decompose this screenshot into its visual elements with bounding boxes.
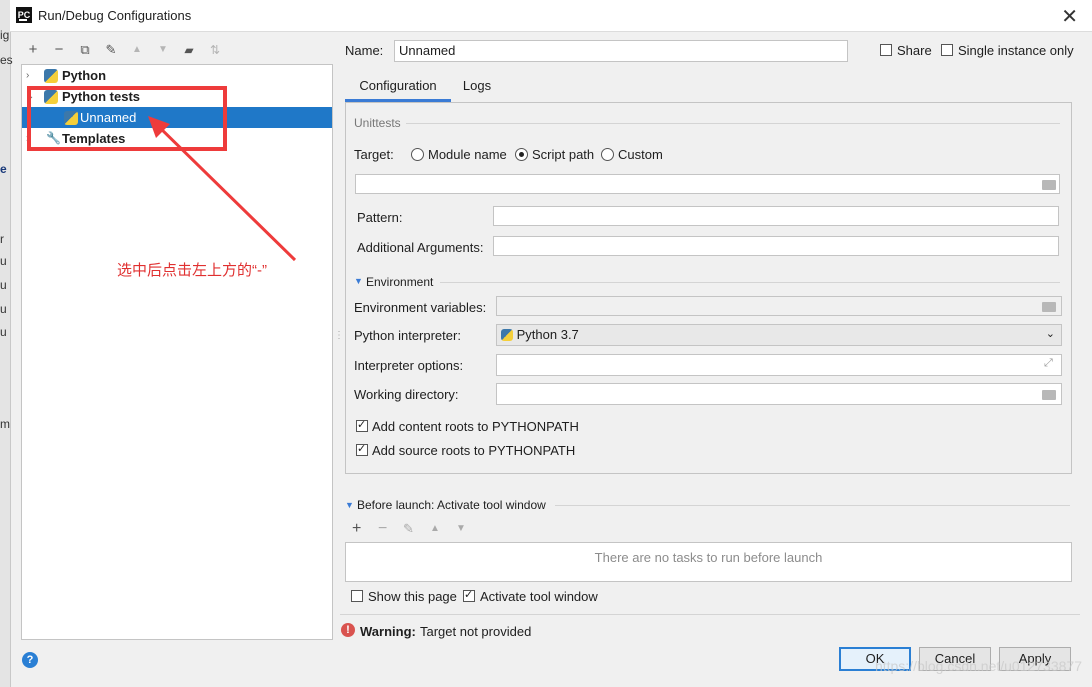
env-vars-label: Environment variables: bbox=[354, 300, 487, 315]
folder-plus-icon: ▰ bbox=[184, 43, 194, 57]
chevron-right-icon[interactable]: › bbox=[26, 65, 29, 86]
bg-text: u bbox=[0, 325, 7, 339]
bg-text: e bbox=[0, 162, 7, 176]
interpreter-options-label: Interpreter options: bbox=[354, 358, 464, 373]
add-source-roots-checkbox[interactable] bbox=[356, 442, 368, 456]
environment-section-title: Environment bbox=[366, 275, 434, 289]
radio-label: Custom bbox=[618, 147, 663, 162]
triangle-down-icon[interactable]: ▼ bbox=[354, 276, 363, 286]
show-page-checkbox[interactable] bbox=[351, 590, 363, 602]
activate-tool-label: Activate tool window bbox=[480, 589, 598, 604]
python-icon bbox=[501, 329, 513, 341]
add-task-button[interactable]: + bbox=[352, 520, 361, 538]
empty-tasks-text: There are no tasks to run before launch bbox=[594, 550, 823, 565]
add-content-roots-checkbox[interactable] bbox=[356, 418, 368, 432]
tasks-list[interactable]: There are no tasks to run before launch bbox=[345, 542, 1072, 582]
annotation-arrow bbox=[148, 116, 297, 262]
window-title: Run/Debug Configurations bbox=[38, 8, 192, 23]
radio-label: Module name bbox=[428, 147, 507, 162]
triangle-down-icon[interactable]: ▼ bbox=[345, 500, 354, 510]
tab-logs[interactable]: Logs bbox=[452, 73, 502, 99]
copy-config-button[interactable]: ⧉ bbox=[76, 41, 94, 59]
divider bbox=[406, 123, 1060, 124]
move-task-down-button[interactable]: ▼ bbox=[456, 523, 466, 534]
additional-args-label: Additional Arguments: bbox=[357, 240, 484, 255]
target-label: Target: bbox=[354, 147, 394, 162]
tab-label: Configuration bbox=[359, 78, 437, 93]
unittests-section-title: Unittests bbox=[354, 116, 401, 130]
divider bbox=[340, 614, 1080, 615]
single-instance-label: Single instance only bbox=[958, 43, 1074, 58]
bg-text: u bbox=[0, 278, 7, 292]
pattern-label: Pattern: bbox=[357, 210, 403, 225]
divider bbox=[555, 505, 1070, 506]
tree-node-python[interactable]: › Python bbox=[22, 65, 332, 86]
sort-icon: ⇅ bbox=[209, 43, 221, 57]
interpreter-options-input[interactable] bbox=[496, 354, 1062, 376]
env-vars-input[interactable] bbox=[496, 296, 1062, 316]
warning-icon: ! bbox=[341, 623, 355, 637]
tree-node-label: Python bbox=[62, 68, 107, 83]
wrench-icon: ✎ bbox=[105, 42, 117, 57]
working-dir-input[interactable] bbox=[496, 383, 1062, 405]
warning-bold: Warning: bbox=[360, 624, 416, 639]
python-icon bbox=[44, 69, 58, 83]
warning-text: Target not provided bbox=[420, 624, 532, 639]
bg-text: es bbox=[0, 53, 13, 67]
folder-icon[interactable] bbox=[1042, 180, 1056, 190]
background-window: ig es e r u u u u m bbox=[0, 0, 13, 687]
share-label: Share bbox=[897, 43, 932, 58]
edit-defaults-button[interactable]: ✎ bbox=[102, 41, 120, 59]
bg-text: m bbox=[0, 417, 10, 431]
radio-label: Script path bbox=[532, 147, 595, 162]
activate-tool-checkbox[interactable] bbox=[463, 588, 475, 602]
title-bar: PC Run/Debug Configurations ✕ bbox=[10, 0, 1092, 32]
share-checkbox[interactable] bbox=[880, 44, 892, 56]
folder-icon[interactable] bbox=[1042, 302, 1056, 312]
chevron-down-icon: ⌄ bbox=[1045, 328, 1055, 340]
interpreter-label: Python interpreter: bbox=[354, 328, 461, 343]
name-input[interactable]: Unnamed bbox=[394, 40, 848, 62]
move-down-button[interactable]: ▼ bbox=[154, 41, 172, 59]
add-content-roots-label: Add content roots to PYTHONPATH bbox=[372, 419, 579, 434]
pycharm-logo-icon: PC bbox=[16, 7, 32, 23]
bg-text: ig bbox=[0, 28, 10, 42]
tab-label: Logs bbox=[462, 78, 492, 93]
additional-args-input[interactable] bbox=[493, 236, 1059, 256]
show-page-label: Show this page bbox=[368, 589, 457, 604]
working-dir-label: Working directory: bbox=[354, 387, 459, 402]
edit-task-button[interactable]: ✎ bbox=[403, 521, 414, 537]
bg-text: r bbox=[0, 232, 4, 246]
bg-text: u bbox=[0, 302, 7, 316]
sort-button[interactable]: ⇅ bbox=[206, 41, 224, 59]
annotation-text: 选中后点击左上方的“-” bbox=[117, 262, 267, 279]
folder-icon[interactable] bbox=[1042, 390, 1056, 400]
pattern-input[interactable] bbox=[493, 206, 1059, 226]
tab-configuration[interactable]: Configuration bbox=[345, 73, 451, 102]
radio-script-path[interactable] bbox=[515, 148, 528, 161]
splitter-handle[interactable]: ⋮ bbox=[334, 330, 344, 341]
single-instance-checkbox[interactable] bbox=[941, 44, 953, 56]
watermark: https://blog.csdn.net/u012733877 bbox=[874, 658, 1082, 674]
remove-config-button[interactable]: − bbox=[50, 41, 68, 59]
help-icon[interactable]: ? bbox=[22, 652, 38, 668]
remove-task-button[interactable]: − bbox=[378, 520, 387, 538]
divider bbox=[440, 282, 1060, 283]
radio-module-name[interactable] bbox=[411, 148, 424, 161]
name-label: Name: bbox=[345, 43, 384, 58]
add-source-roots-label: Add source roots to PYTHONPATH bbox=[372, 443, 576, 458]
move-up-button[interactable]: ▲ bbox=[128, 41, 146, 59]
interpreter-select[interactable]: Python 3.7 ⌄ bbox=[496, 324, 1062, 346]
interpreter-value: Python 3.7 bbox=[516, 327, 579, 342]
bg-text: u bbox=[0, 254, 7, 268]
script-path-input[interactable] bbox=[355, 174, 1060, 194]
radio-custom[interactable] bbox=[601, 148, 614, 161]
move-task-up-button[interactable]: ▲ bbox=[430, 523, 440, 534]
before-launch-title: Before launch: Activate tool window bbox=[357, 498, 546, 512]
expand-icon[interactable]: ⤢ bbox=[1044, 357, 1053, 370]
close-icon[interactable]: ✕ bbox=[1061, 4, 1078, 29]
add-config-button[interactable]: + bbox=[24, 41, 42, 59]
new-folder-button[interactable]: ▰ bbox=[180, 41, 198, 59]
